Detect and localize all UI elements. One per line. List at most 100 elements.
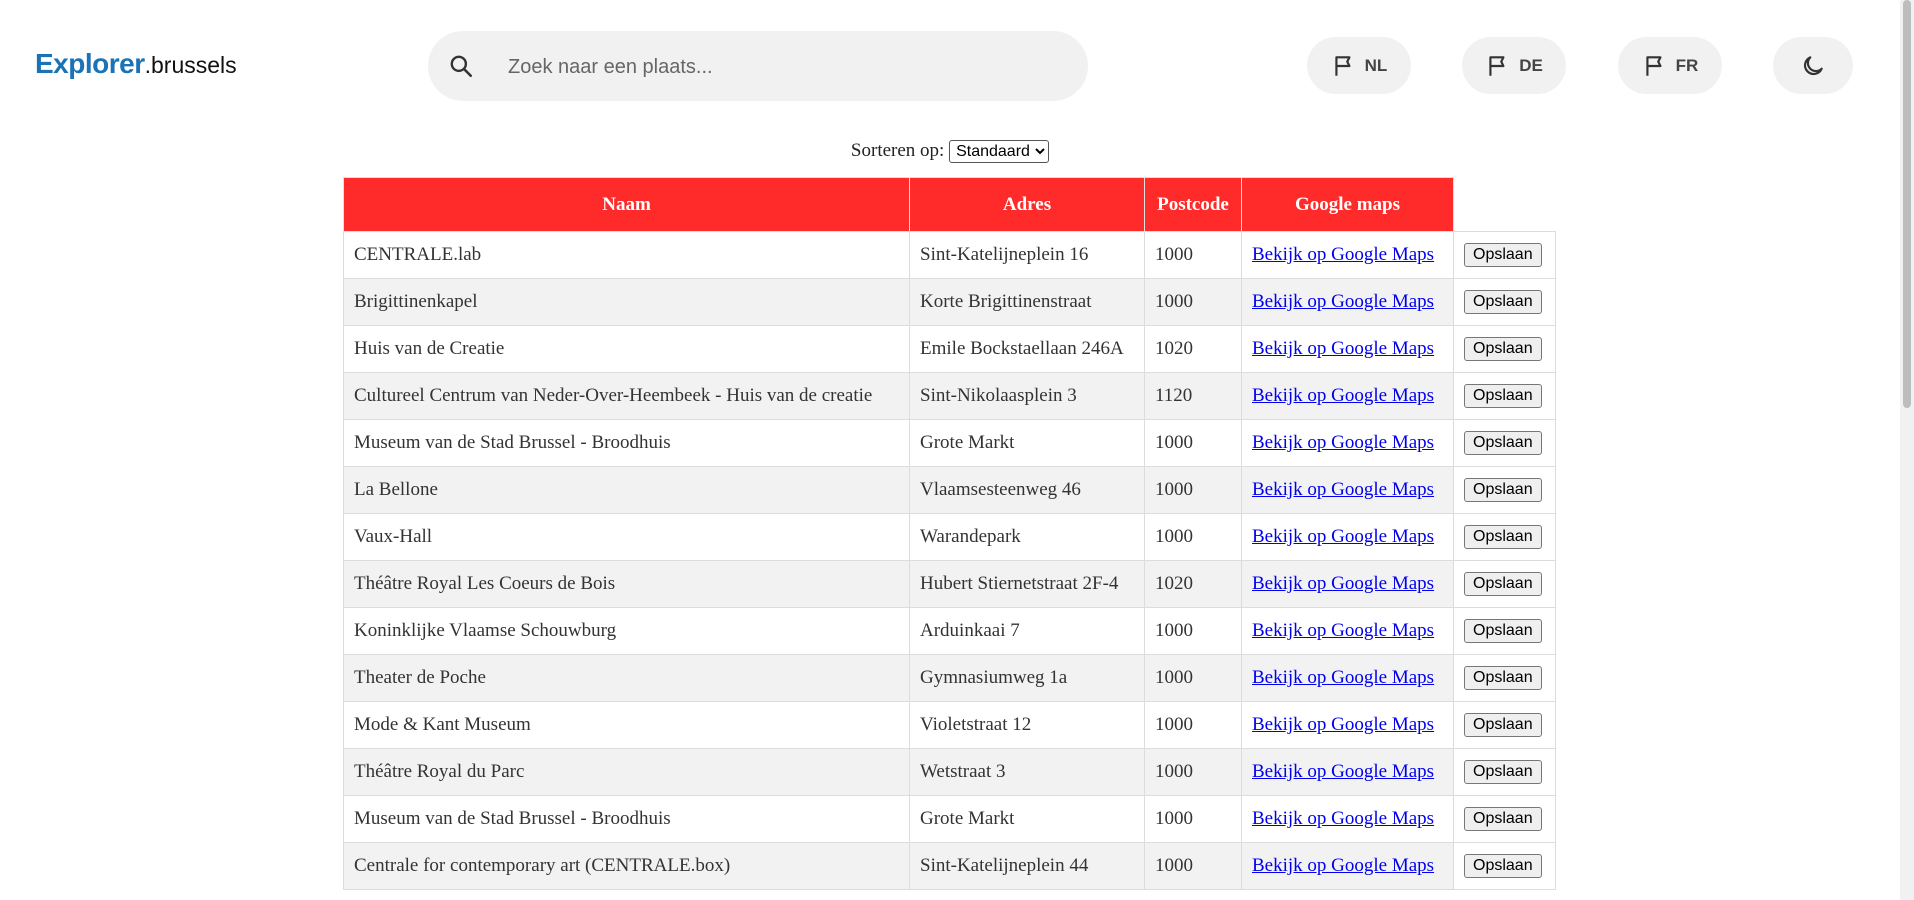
column-header-adres: Adres bbox=[909, 177, 1145, 232]
cell-save: Opslaan bbox=[1453, 513, 1556, 561]
google-maps-link[interactable]: Bekijk op Google Maps bbox=[1252, 526, 1434, 547]
column-header-naam: Naam bbox=[343, 177, 910, 232]
sort-select[interactable]: Standaard bbox=[949, 140, 1050, 164]
google-maps-link[interactable]: Bekijk op Google Maps bbox=[1252, 291, 1434, 312]
table-row: La Bellone Vlaamsesteenweg 46 1000 Bekijk o… bbox=[343, 466, 1556, 514]
cell-name: Théâtre Royal Les Coeurs de Bois bbox=[343, 560, 910, 608]
sort-label: Sorteren op: bbox=[850, 140, 945, 161]
language-nl-label: NL bbox=[1364, 55, 1388, 75]
google-maps-link[interactable]: Bekijk op Google Maps bbox=[1252, 667, 1434, 688]
table-row: Museum van de Stad Brussel - Broodhuis Gr… bbox=[343, 419, 1556, 467]
cell-save: Opslaan bbox=[1453, 795, 1556, 843]
cell-name: Koninklijke Vlaamse Schouwburg bbox=[343, 607, 910, 655]
save-button[interactable]: Opslaan bbox=[1464, 760, 1542, 784]
google-maps-link[interactable]: Bekijk op Google Maps bbox=[1252, 808, 1434, 829]
cell-save: Opslaan bbox=[1453, 278, 1556, 326]
vertical-scrollbar[interactable] bbox=[1900, 0, 1914, 900]
language-fr-button[interactable]: FR bbox=[1618, 37, 1722, 94]
save-button[interactable]: Opslaan bbox=[1464, 854, 1542, 878]
cell-postcode: 1120 bbox=[1144, 372, 1242, 420]
cell-maps: Bekijk op Google Maps bbox=[1241, 513, 1454, 561]
cell-name: Museum van de Stad Brussel - Broodhuis bbox=[343, 419, 910, 467]
moon-icon bbox=[1803, 55, 1823, 75]
cell-name: Théâtre Royal du Parc bbox=[343, 748, 910, 796]
language-nl-button[interactable]: NL bbox=[1307, 37, 1411, 94]
dark-mode-toggle[interactable] bbox=[1773, 37, 1853, 94]
cell-address: Arduinkaai 7 bbox=[909, 607, 1145, 655]
save-button[interactable]: Opslaan bbox=[1464, 525, 1542, 549]
cell-postcode: 1000 bbox=[1144, 701, 1242, 749]
cell-name: Centrale for contemporary art (CENTRALE.… bbox=[343, 842, 910, 890]
save-button[interactable]: Opslaan bbox=[1464, 431, 1542, 455]
save-button[interactable]: Opslaan bbox=[1464, 572, 1542, 596]
google-maps-link[interactable]: Bekijk op Google Maps bbox=[1252, 620, 1434, 641]
cell-postcode: 1000 bbox=[1144, 748, 1242, 796]
cell-postcode: 1000 bbox=[1144, 654, 1242, 702]
cell-name: Cultureel Centrum van Neder-Over-Heembee… bbox=[343, 372, 910, 420]
cell-save: Opslaan bbox=[1453, 419, 1556, 467]
cell-maps: Bekijk op Google Maps bbox=[1241, 701, 1454, 749]
table-row: Brigittinenkapel Korte Brigittinenstraat 1… bbox=[343, 278, 1556, 326]
cell-maps: Bekijk op Google Maps bbox=[1241, 419, 1454, 467]
google-maps-link[interactable]: Bekijk op Google Maps bbox=[1252, 244, 1434, 265]
language-de-button[interactable]: DE bbox=[1462, 37, 1566, 94]
top-header: Explorer.brussels NL DE FR bbox=[0, 0, 1900, 135]
save-button[interactable]: Opslaan bbox=[1464, 713, 1542, 737]
cell-postcode: 1000 bbox=[1144, 842, 1242, 890]
cell-address: Gymnasiumweg 1a bbox=[909, 654, 1145, 702]
google-maps-link[interactable]: Bekijk op Google Maps bbox=[1252, 432, 1434, 453]
cell-postcode: 1000 bbox=[1144, 795, 1242, 843]
column-header-blank bbox=[1453, 177, 1556, 232]
cell-address: Violetstraat 12 bbox=[909, 701, 1145, 749]
cell-address: Vlaamsesteenweg 46 bbox=[909, 466, 1145, 514]
search-input[interactable] bbox=[506, 49, 1070, 85]
language-de-label: DE bbox=[1519, 55, 1543, 75]
google-maps-link[interactable]: Bekijk op Google Maps bbox=[1252, 479, 1434, 500]
google-maps-link[interactable]: Bekijk op Google Maps bbox=[1252, 761, 1434, 782]
save-button[interactable]: Opslaan bbox=[1464, 807, 1542, 831]
cell-address: Warandepark bbox=[909, 513, 1145, 561]
cell-save: Opslaan bbox=[1453, 372, 1556, 420]
save-button[interactable]: Opslaan bbox=[1464, 619, 1542, 643]
table-row: Museum van de Stad Brussel - Broodhuis Gr… bbox=[343, 795, 1556, 843]
cell-postcode: 1020 bbox=[1144, 325, 1242, 373]
google-maps-link[interactable]: Bekijk op Google Maps bbox=[1252, 573, 1434, 594]
save-button[interactable]: Opslaan bbox=[1464, 666, 1542, 690]
search-icon[interactable] bbox=[448, 53, 474, 79]
google-maps-link[interactable]: Bekijk op Google Maps bbox=[1252, 338, 1434, 359]
table-row: Théâtre Royal du Parc Wetstraat 3 1000 Beki… bbox=[343, 748, 1556, 796]
table-header-row: Naam Adres Postcode Google maps bbox=[343, 177, 1556, 232]
flag-icon bbox=[1334, 55, 1351, 76]
save-button[interactable]: Opslaan bbox=[1464, 290, 1542, 314]
save-button[interactable]: Opslaan bbox=[1464, 337, 1542, 361]
cell-maps: Bekijk op Google Maps bbox=[1241, 278, 1454, 326]
cell-postcode: 1000 bbox=[1144, 231, 1242, 279]
logo-sub: .brussels bbox=[144, 52, 237, 78]
cell-maps: Bekijk op Google Maps bbox=[1241, 795, 1454, 843]
scrollbar-thumb[interactable] bbox=[1903, 0, 1911, 408]
save-button[interactable]: Opslaan bbox=[1464, 384, 1542, 408]
column-header-postcode: Postcode bbox=[1144, 177, 1242, 232]
save-button[interactable]: Opslaan bbox=[1464, 243, 1542, 267]
cell-maps: Bekijk op Google Maps bbox=[1241, 325, 1454, 373]
cell-name: Vaux-Hall bbox=[343, 513, 910, 561]
cell-address: Wetstraat 3 bbox=[909, 748, 1145, 796]
column-header-google-maps: Google maps bbox=[1241, 177, 1454, 232]
cell-name: Mode & Kant Museum bbox=[343, 701, 910, 749]
google-maps-link[interactable]: Bekijk op Google Maps bbox=[1252, 714, 1434, 735]
table-row: Cultureel Centrum van Neder-Over-Heembee… bbox=[343, 372, 1556, 420]
cell-address: Hubert Stiernetstraat 2F-4 bbox=[909, 560, 1145, 608]
cell-name: Theater de Poche bbox=[343, 654, 910, 702]
cell-postcode: 1000 bbox=[1144, 419, 1242, 467]
google-maps-link[interactable]: Bekijk op Google Maps bbox=[1252, 855, 1434, 876]
cell-save: Opslaan bbox=[1453, 842, 1556, 890]
google-maps-link[interactable]: Bekijk op Google Maps bbox=[1252, 385, 1434, 406]
site-logo[interactable]: Explorer.brussels bbox=[35, 48, 237, 80]
language-fr-label: FR bbox=[1675, 55, 1699, 75]
cell-name: Huis van de Creatie bbox=[343, 325, 910, 373]
cell-maps: Bekijk op Google Maps bbox=[1241, 231, 1454, 279]
save-button[interactable]: Opslaan bbox=[1464, 478, 1542, 502]
cell-address: Sint-Katelijneplein 16 bbox=[909, 231, 1145, 279]
table-row: Théâtre Royal Les Coeurs de Bois Hubert S… bbox=[343, 560, 1556, 608]
table-row: Mode & Kant Museum Violetstraat 12 1000 Bek… bbox=[343, 701, 1556, 749]
